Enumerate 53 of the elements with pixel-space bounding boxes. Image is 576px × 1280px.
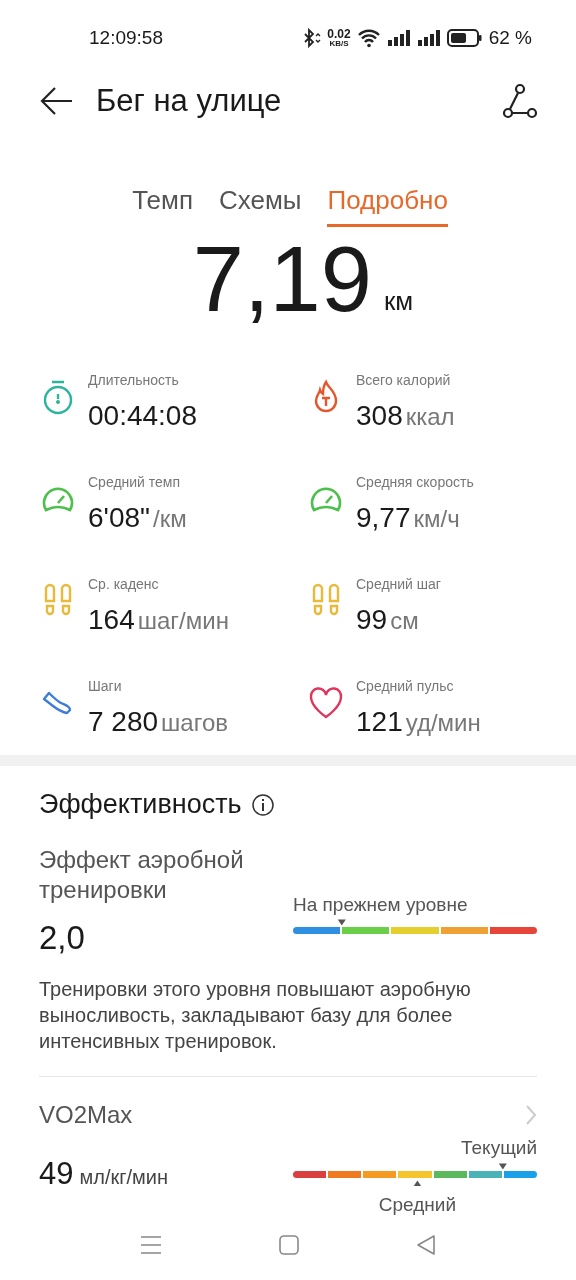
route-share-button[interactable]	[502, 83, 538, 120]
metric-label: Ср. каденс	[88, 574, 160, 594]
battery-icon	[446, 28, 483, 47]
metric-label: Средний пульс	[356, 676, 455, 696]
network-speed-unit: KB/S	[329, 39, 349, 48]
metric-unit: ккал	[405, 401, 455, 432]
vo2max-title: VO2Max	[39, 1100, 133, 1131]
vo2max-value: 49	[39, 1155, 74, 1194]
metric-label: Средний шаг	[356, 574, 441, 594]
metric-value: 164	[88, 602, 135, 637]
metric-label: Длительность	[88, 370, 180, 390]
battery-percent: 62 %	[488, 25, 532, 50]
home-button[interactable]	[278, 1233, 300, 1256]
marker-label: На прежнем уровне	[293, 892, 469, 917]
bluetooth-icon	[301, 27, 322, 48]
status-time: 12:09:58	[89, 25, 163, 50]
distance-value: 7,19	[192, 232, 372, 325]
metric-value: 7 280	[88, 704, 159, 739]
metric-value: 9,77	[356, 500, 411, 535]
metric-unit: шаг/мин	[137, 605, 229, 636]
signal-icon	[416, 28, 441, 47]
signal-icon	[386, 28, 411, 47]
metric-unit: км/ч	[413, 503, 460, 534]
metric-unit: уд/мин	[405, 707, 481, 738]
network-speed: 0.02	[327, 27, 351, 40]
metric-label: Средняя скорость	[356, 472, 474, 492]
tab[interactable]: Темп	[132, 181, 193, 228]
metric-label: Всего калорий	[356, 370, 452, 390]
page-title: Бег на улице	[96, 81, 283, 120]
metric-value: 308	[356, 398, 403, 433]
metric-label: Шаги	[88, 676, 123, 696]
vo2max-unit: мл/кг/мин	[79, 1165, 169, 1191]
average-label: Средний	[378, 1193, 457, 1218]
metric-unit: см	[390, 605, 419, 636]
heart-icon	[308, 684, 344, 721]
chevron-right-icon	[525, 1104, 537, 1127]
current-label: Текущий	[461, 1137, 537, 1160]
metric-value: 99	[356, 602, 388, 637]
back-nav-button[interactable]	[416, 1233, 436, 1256]
aerobic-effect-value: 2,0	[39, 917, 86, 958]
section-title: Эффективность	[39, 788, 242, 822]
metric-value: 6'08"	[88, 500, 150, 535]
metric-value: 121	[356, 704, 403, 739]
wifi-icon	[356, 27, 381, 48]
metric-unit: /км	[153, 503, 187, 534]
metric-value: 00:44:08	[88, 398, 197, 433]
info-icon[interactable]	[251, 793, 274, 816]
metric-label: Средний темп	[88, 472, 182, 492]
metric-unit: шагов	[161, 707, 228, 738]
aerobic-effect-title: Эффект аэробной тренировки	[39, 844, 245, 905]
description-text: Тренировки этого уровня повышают аэробную выносливость, закладывают базу для более интенсивных тренировок.	[39, 977, 472, 1055]
distance-unit: км	[383, 284, 414, 318]
tab[interactable]: Схемы	[218, 181, 302, 228]
